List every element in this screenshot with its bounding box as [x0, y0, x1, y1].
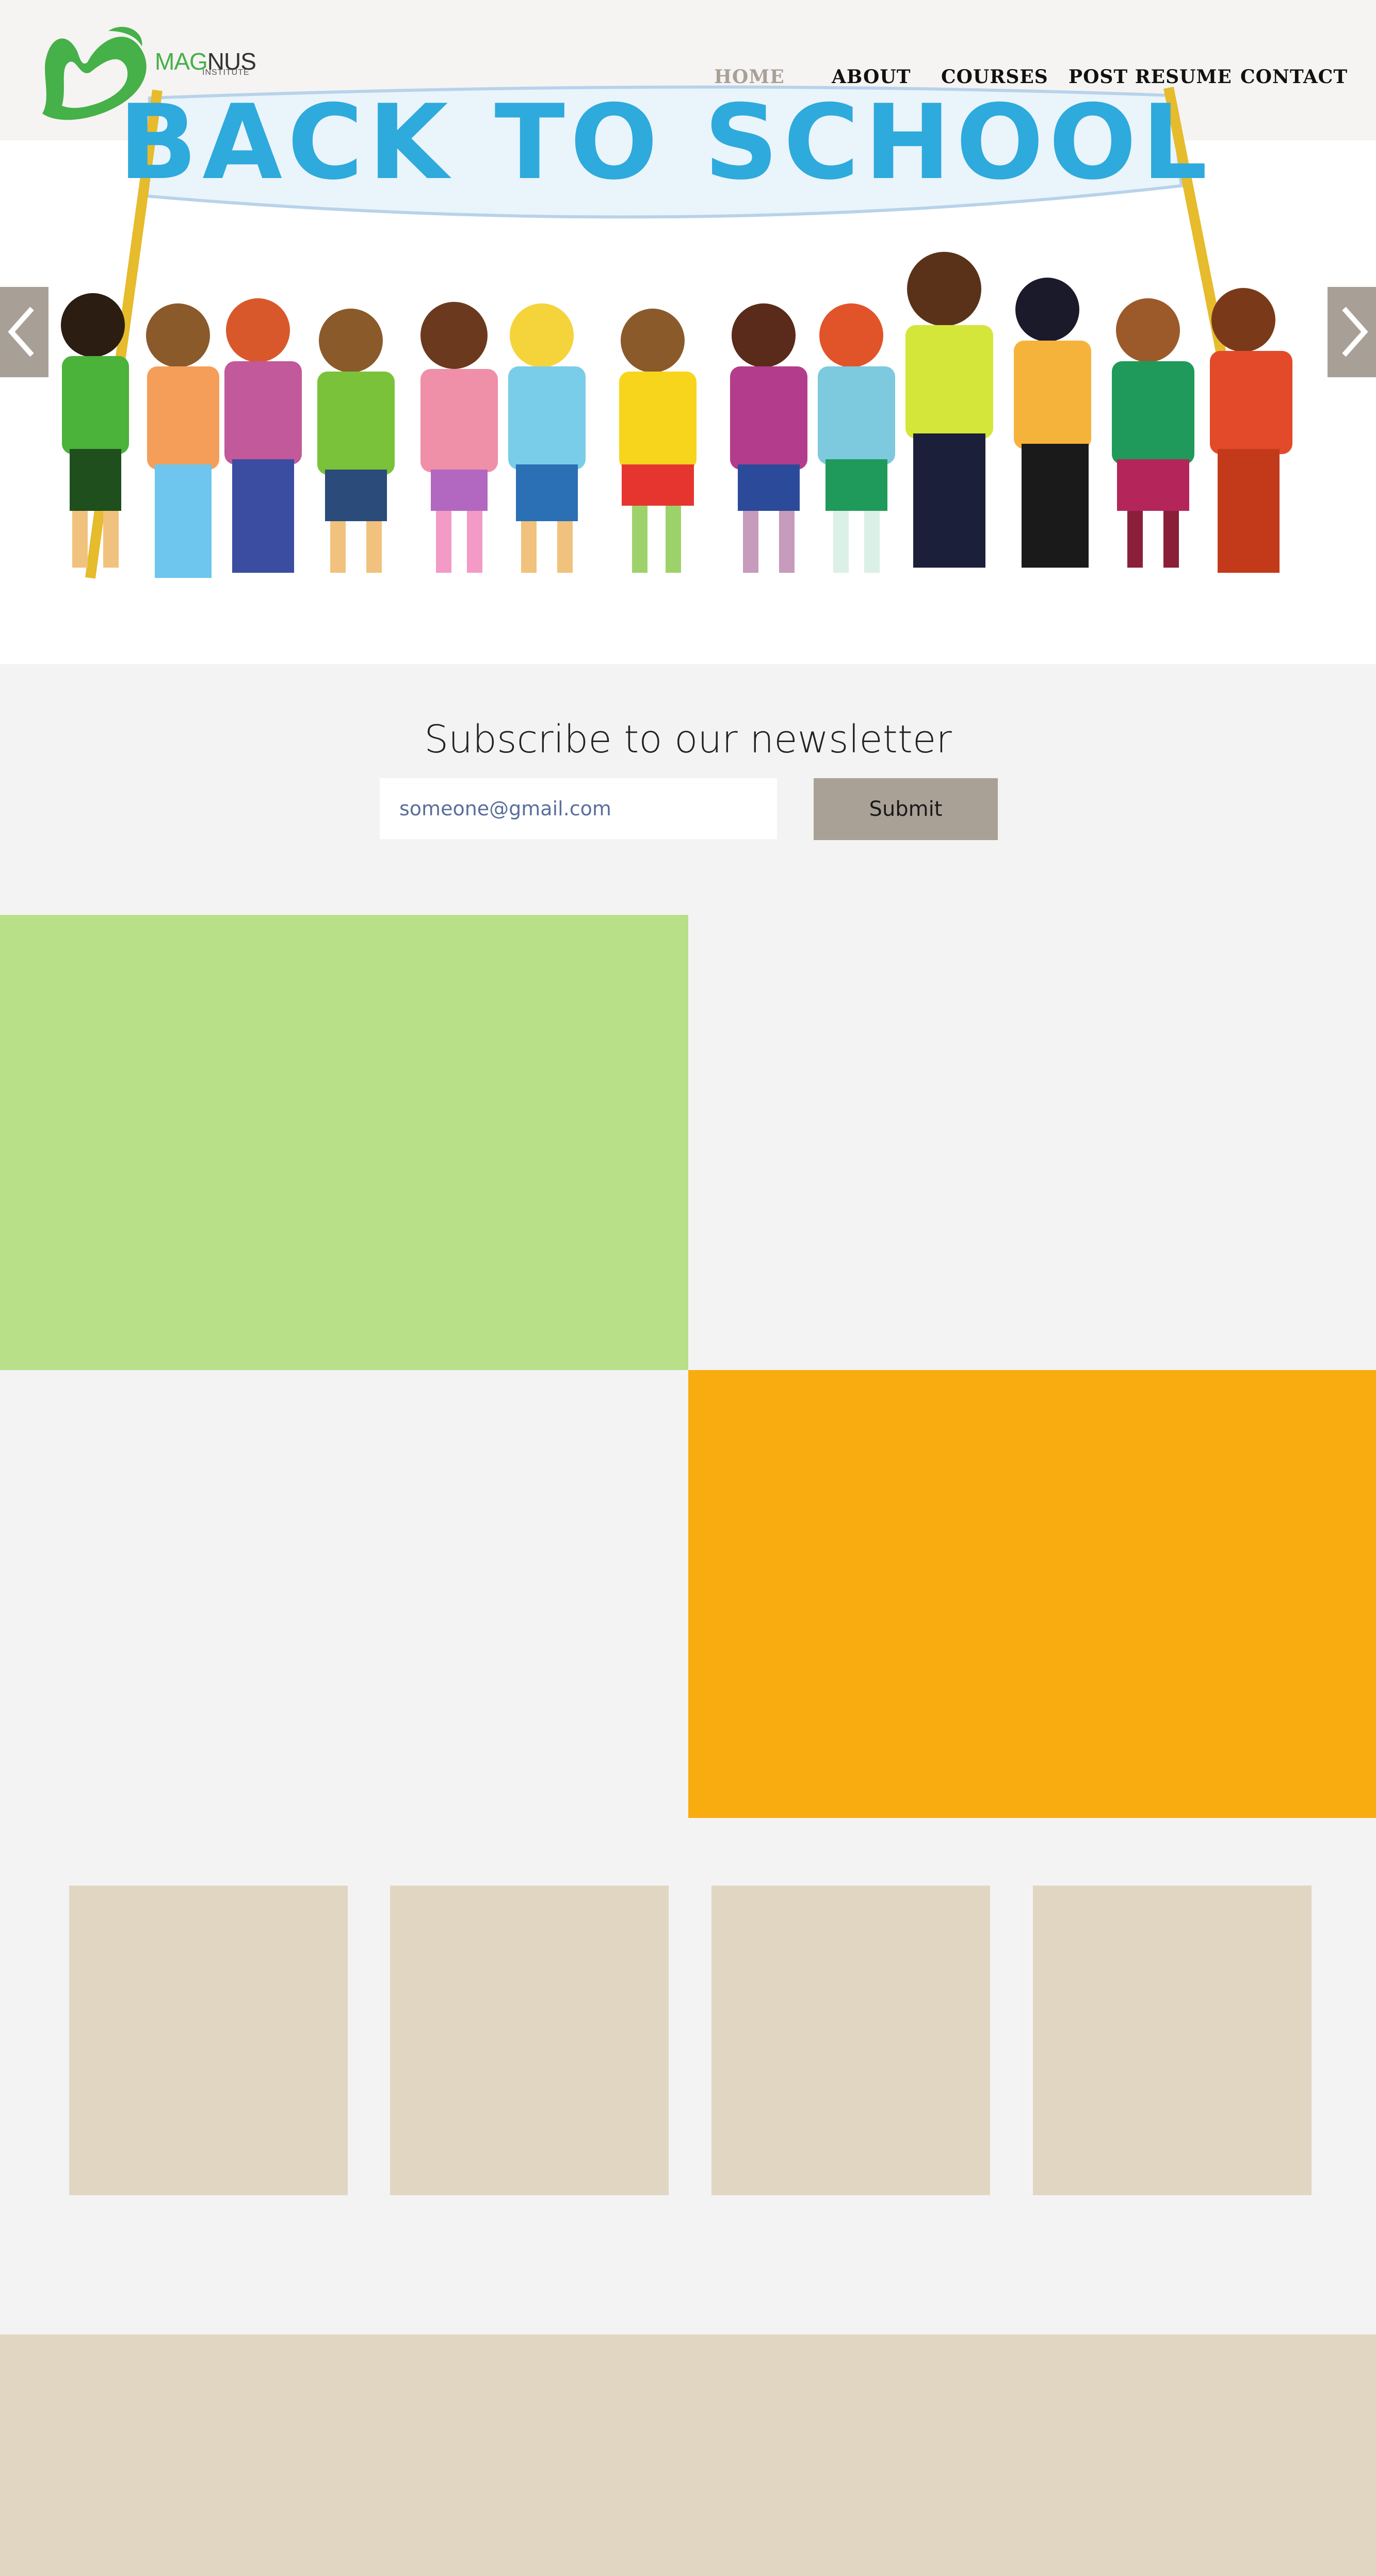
logo-wordmark-part1: MAG	[155, 48, 208, 75]
chevron-right-icon	[1342, 307, 1368, 357]
banner-text: BACK TO SCHOOL	[119, 83, 1212, 203]
children-group	[61, 252, 1292, 578]
feature-card	[711, 1886, 990, 2195]
newsletter-title: Subscribe to our newsletter	[424, 717, 952, 762]
slider-prev-button[interactable]	[0, 287, 48, 377]
slider-next-button[interactable]	[1328, 287, 1376, 377]
logo-subtitle: INSTITUTE	[202, 68, 250, 77]
newsletter-email-input[interactable]	[380, 778, 777, 839]
footer	[0, 2335, 1376, 2576]
feature-card	[390, 1886, 669, 2195]
feature-card	[1033, 1886, 1312, 2195]
newsletter-submit-button[interactable]: Submit	[814, 778, 998, 840]
green-feature-block	[0, 915, 688, 1370]
orange-feature-block	[688, 1370, 1376, 1818]
chevron-left-icon	[8, 307, 34, 357]
back-to-school-illustration: BACK TO SCHOOL	[61, 83, 1292, 579]
feature-card	[69, 1886, 348, 2195]
